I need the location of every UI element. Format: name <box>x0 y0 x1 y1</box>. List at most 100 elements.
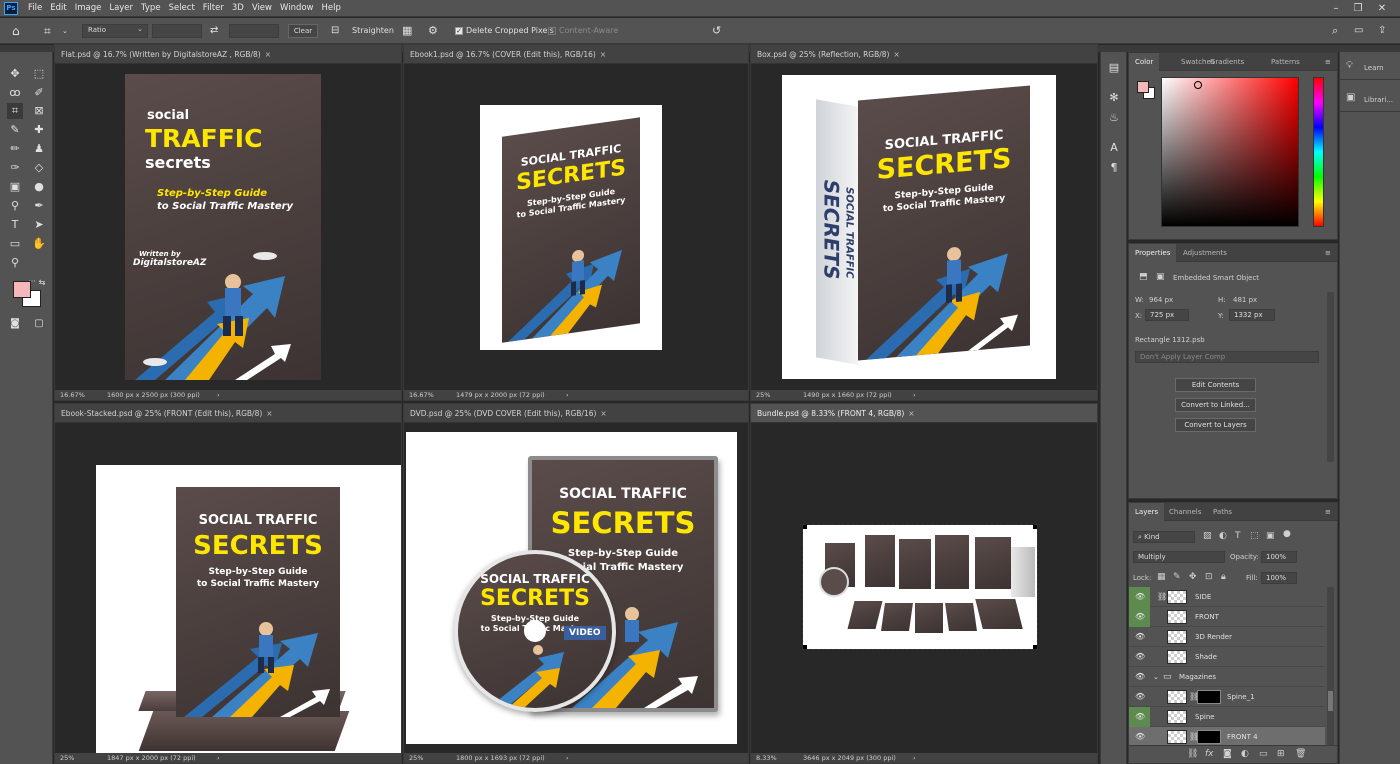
search-icon[interactable]: ⌕ <box>1332 18 1338 44</box>
document-box[interactable]: Box.psd @ 25% (Reflection, RGB/8) × SOCIA… <box>750 44 1098 401</box>
y-input[interactable]: 1332 px <box>1229 309 1275 321</box>
document-ebook1[interactable]: Ebook1.psd @ 16.7% (COVER (Edit this), R… <box>403 44 749 401</box>
content-aware-checkbox[interactable] <box>548 27 556 35</box>
eye-icon[interactable]: 👁︎ <box>1135 632 1145 642</box>
layer-row[interactable]: 👁︎ Shade <box>1129 647 1325 667</box>
layer-row[interactable]: 👁︎ FRONT <box>1129 607 1325 627</box>
status-arrow-icon[interactable]: › <box>566 390 569 400</box>
history-panel-icon[interactable]: ▤ <box>1106 60 1122 76</box>
layer-mask-thumbnail[interactable] <box>1197 730 1221 744</box>
quick-select-icon[interactable]: ✐ <box>31 85 47 101</box>
pixel-filter-icon[interactable]: ▨ <box>1203 531 1212 541</box>
chevron-down-icon[interactable]: ⌄ <box>62 18 68 44</box>
close-icon[interactable]: × <box>893 50 899 59</box>
eye-icon[interactable]: 👁︎ <box>1135 732 1145 742</box>
zoom-level[interactable]: 16.67% <box>60 390 85 400</box>
learn-button[interactable]: 💡︎ Learn <box>1340 52 1400 80</box>
menu-edit[interactable]: Edit <box>46 3 70 13</box>
layer-row[interactable]: 👁︎ 3D Render <box>1129 627 1325 647</box>
menu-file[interactable]: File <box>24 3 46 13</box>
dodge-tool-icon[interactable]: ⚲ <box>7 198 23 214</box>
swap-colors-icon[interactable]: ⇆ <box>34 275 50 291</box>
healing-brush-icon[interactable]: ✚ <box>31 122 47 138</box>
convert-to-layers-button[interactable]: Convert to Layers <box>1175 418 1256 432</box>
document-bundle[interactable]: Bundle.psd @ 8.33% (FRONT 4, RGB/8) × 8.3… <box>750 403 1098 764</box>
status-arrow-icon[interactable]: › <box>913 753 916 763</box>
paragraph-panel-icon[interactable]: ¶ <box>1106 160 1122 176</box>
document-tab[interactable]: DVD.psd @ 25% (DVD COVER (Edit this), RG… <box>404 404 748 423</box>
close-window-button[interactable]: ✕ <box>1372 0 1392 17</box>
chevron-down-icon[interactable]: ⌄ <box>1153 667 1159 687</box>
properties-scrollbar[interactable] <box>1327 292 1334 462</box>
filter-toggle-icon[interactable]: ● <box>1283 529 1291 539</box>
panel-menu-icon[interactable]: ≡ <box>1325 503 1331 521</box>
delete-cropped-label[interactable]: Delete Cropped Pixels <box>466 18 554 44</box>
zoom-level[interactable]: 16.67% <box>409 390 434 400</box>
document-tab[interactable]: Flat.psd @ 16.7% (Written by Digitalstor… <box>55 45 401 64</box>
document-ebook-stacked[interactable]: Ebook-Stacked.psd @ 25% (FRONT (Edit thi… <box>54 403 402 764</box>
move-tool-icon[interactable]: ✥ <box>7 66 23 82</box>
path-select-icon[interactable]: ➤ <box>31 217 47 233</box>
stamp-tool-icon[interactable]: ♟ <box>31 141 47 157</box>
tab-adjustments[interactable]: Adjustments <box>1183 244 1227 262</box>
home-icon[interactable]: ⌂ <box>12 18 20 44</box>
brush-settings-icon[interactable]: ✻ <box>1106 90 1122 106</box>
adjustment-filter-icon[interactable]: ◐ <box>1219 531 1227 541</box>
layer-mask-thumbnail[interactable] <box>1197 690 1221 704</box>
lock-position-icon[interactable]: ✥ <box>1189 572 1197 582</box>
character-panel-icon[interactable]: A <box>1106 140 1122 156</box>
lasso-tool-icon[interactable]: ꝏ <box>7 85 23 101</box>
close-icon[interactable]: × <box>600 50 606 59</box>
menu-select[interactable]: Select <box>165 3 199 13</box>
foreground-color-swatch[interactable] <box>13 281 31 298</box>
swap-icon[interactable]: ⇄ <box>210 18 218 44</box>
transform-handle[interactable] <box>1033 645 1037 649</box>
document-canvas[interactable]: SOCIAL TRAFFIC SECRETS Step-by-Step Guid… <box>404 64 748 390</box>
content-aware-label[interactable]: Content-Aware <box>559 18 618 44</box>
smart-filter-icon[interactable]: ▣ <box>1266 531 1275 541</box>
trash-icon[interactable]: 🗑︎ <box>1295 749 1306 759</box>
history-brush-icon[interactable]: ✑ <box>7 160 23 176</box>
menu-filter[interactable]: Filter <box>199 3 228 13</box>
status-arrow-icon[interactable]: › <box>217 390 220 400</box>
layer-row-selected[interactable]: 👁︎ ⛓︎ FRONT 4 <box>1129 727 1325 745</box>
eye-icon[interactable]: 👁︎ <box>1135 592 1145 602</box>
type-tool-icon[interactable]: T <box>7 217 23 233</box>
document-canvas[interactable]: social TRAFFIC secrets Step-by-Step Guid… <box>55 64 401 390</box>
w-value[interactable]: 964 px <box>1149 296 1173 304</box>
filter-kind-select[interactable]: ⌕ Kind <box>1133 531 1195 543</box>
eye-icon[interactable]: 👁︎ <box>1135 652 1145 662</box>
pen-tool-icon[interactable]: ✒ <box>31 198 47 214</box>
tab-properties[interactable]: Properties <box>1129 244 1177 262</box>
menu-type[interactable]: Type <box>137 3 165 13</box>
rectangle-tool-icon[interactable]: ▭ <box>7 236 23 252</box>
menu-3d[interactable]: 3D <box>228 3 248 13</box>
link-layers-icon[interactable]: ⛓︎ <box>1187 749 1198 759</box>
quick-mask-icon[interactable]: ◙ <box>7 316 23 332</box>
width-input[interactable] <box>152 24 202 38</box>
libraries-button[interactable]: ▣ Librari... <box>1340 84 1400 112</box>
tab-gradients[interactable]: Gradients <box>1210 53 1244 71</box>
add-mask-icon[interactable]: ◙ <box>1223 749 1232 759</box>
reset-icon[interactable]: ↺ <box>712 18 721 44</box>
restore-button[interactable]: ❐ <box>1348 0 1368 17</box>
crop-tool-icon[interactable]: ⌗ <box>7 103 23 119</box>
panel-menu-icon[interactable]: ≡ <box>1325 244 1331 262</box>
grid-overlay-icon[interactable]: ▦ <box>402 18 412 44</box>
marquee-tool-icon[interactable]: ⬚ <box>31 66 47 82</box>
color-picker-cursor[interactable] <box>1194 81 1202 89</box>
lock-artboard-icon[interactable]: ⊡ <box>1205 572 1213 582</box>
status-arrow-icon[interactable]: › <box>913 390 916 400</box>
layer-group-row[interactable]: 👁︎ ⌄ ▭ Magazines <box>1129 667 1325 687</box>
lock-transparent-icon[interactable]: ▦ <box>1157 572 1166 582</box>
document-dvd[interactable]: DVD.psd @ 25% (DVD COVER (Edit this), RG… <box>403 403 749 764</box>
document-tab[interactable]: Box.psd @ 25% (Reflection, RGB/8) × <box>751 45 1097 64</box>
zoom-level[interactable]: 25% <box>756 390 770 400</box>
opacity-input[interactable]: 100% <box>1261 551 1297 563</box>
blur-tool-icon[interactable]: ● <box>31 179 47 195</box>
document-tab[interactable]: Ebook-Stacked.psd @ 25% (FRONT (Edit thi… <box>55 404 401 423</box>
frame-tool-icon[interactable]: ⊠ <box>31 103 47 119</box>
document-tab-active[interactable]: Bundle.psd @ 8.33% (FRONT 4, RGB/8) × <box>751 404 1097 423</box>
shape-filter-icon[interactable]: ⬚ <box>1250 531 1259 541</box>
tab-channels[interactable]: Channels <box>1169 503 1201 521</box>
